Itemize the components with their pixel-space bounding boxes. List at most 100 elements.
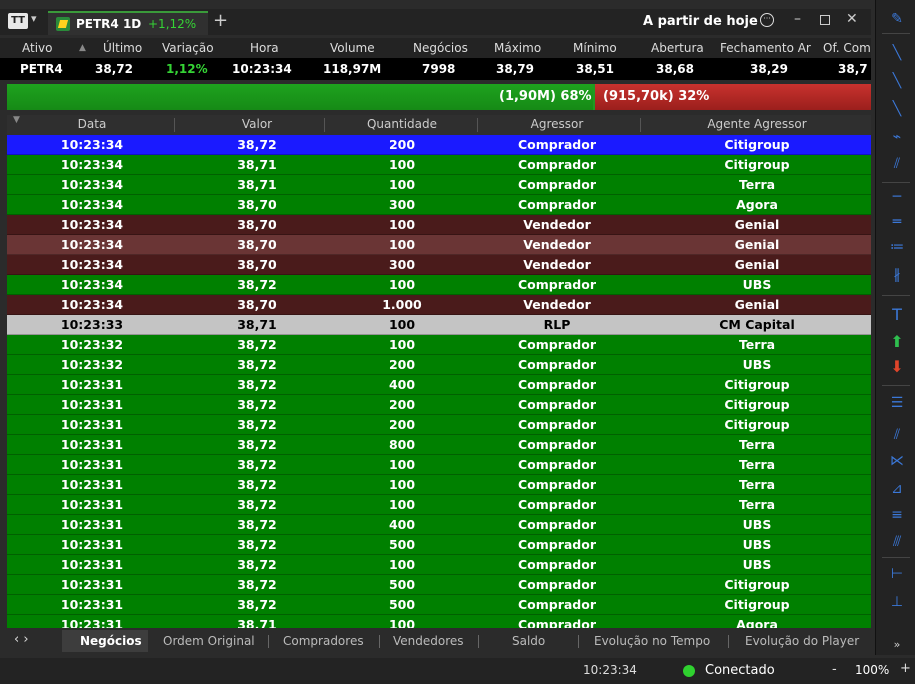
cell-time: 10:23:34 [60, 137, 124, 152]
measure-icon[interactable]: ⊢ [886, 565, 908, 583]
cell-agent: Citigroup [724, 377, 790, 392]
header-ativo[interactable]: Ativo [22, 41, 52, 55]
table-row[interactable]: 10:23:32 38,72 200 Comprador UBS [7, 355, 871, 375]
table-row[interactable]: 10:23:31 38,72 100 Comprador Terra [7, 455, 871, 475]
zoom-out-icon[interactable]: - [832, 662, 837, 677]
header-fechamento[interactable]: Fechamento Ar [720, 41, 811, 55]
table-row[interactable]: 10:23:31 38,72 500 Comprador Citigroup [7, 595, 871, 615]
tab-ordem-original[interactable]: Ordem Original [163, 634, 255, 648]
header-hora[interactable]: Hora [250, 41, 279, 55]
col-divider[interactable] [174, 118, 175, 132]
parallel-lines-icon[interactable]: ═ [886, 213, 908, 231]
channel-icon[interactable]: ⫽ [886, 155, 908, 173]
col-agressor[interactable]: Agressor [477, 117, 637, 131]
table-row[interactable]: 10:23:31 38,71 100 Comprador Agora [7, 615, 871, 628]
cell-quantity: 100 [388, 617, 416, 628]
cell-price: 38,71 [237, 317, 277, 332]
fibonacci-fan-icon[interactable]: ⊿ [886, 480, 908, 498]
quote-volume: 118,97M [323, 62, 382, 76]
more-options-icon[interactable]: ··· [760, 13, 774, 27]
quote-abertura: 38,68 [656, 62, 694, 76]
chevron-down-icon[interactable]: ▾ [31, 12, 37, 25]
table-row[interactable]: 10:23:31 38,72 500 Comprador UBS [7, 535, 871, 555]
cell-quantity: 800 [388, 437, 416, 452]
col-data[interactable]: Data [37, 117, 147, 131]
header-minimo[interactable]: Mínimo [573, 41, 617, 55]
table-row[interactable]: 10:23:31 38,72 100 Comprador UBS [7, 555, 871, 575]
multiline-icon[interactable]: ☰ [886, 394, 908, 412]
tab-petr4[interactable]: PETR4 1D +1,12% [48, 11, 208, 35]
table-row[interactable]: 10:23:31 38,72 500 Comprador Citigroup [7, 575, 871, 595]
brush-icon[interactable]: ✎ [886, 10, 908, 28]
cell-price: 38,70 [237, 257, 277, 272]
dotted-lines-icon[interactable]: ≔ [886, 238, 908, 256]
table-row[interactable]: 10:23:31 38,72 100 Comprador Terra [7, 475, 871, 495]
arrow-down-icon[interactable]: ⬇ [886, 358, 908, 376]
table-row[interactable]: 10:23:31 38,72 400 Comprador UBS [7, 515, 871, 535]
table-row[interactable]: 10:23:34 38,72 200 Comprador Citigroup [7, 135, 871, 155]
zigzag-icon[interactable]: ⌁ [886, 128, 908, 146]
period-selector[interactable]: A partir de hoje [643, 14, 758, 29]
tab-scroll-arrows-icon[interactable]: ‹ › [14, 632, 29, 647]
header-volume[interactable]: Volume [330, 41, 375, 55]
tab-compradores[interactable]: Compradores [283, 634, 364, 648]
col-divider[interactable] [324, 118, 325, 132]
zoom-in-icon[interactable]: + [900, 661, 911, 676]
table-row[interactable]: 10:23:34 38,70 100 Vendedor Genial [7, 235, 871, 255]
fibonacci-icon[interactable]: ∦ [886, 266, 908, 284]
tab-saldo[interactable]: Saldo [512, 634, 545, 648]
table-row[interactable]: 10:23:33 38,71 100 RLP CM Capital [7, 315, 871, 335]
table-row[interactable]: 10:23:31 38,72 200 Comprador Citigroup [7, 395, 871, 415]
baseline-icon[interactable]: ⊥ [886, 593, 908, 611]
tab-evolucao-tempo[interactable]: Evolução no Tempo [594, 634, 710, 648]
table-row[interactable]: 10:23:34 38,70 1.000 Vendedor Genial [7, 295, 871, 315]
table-row[interactable]: 10:23:31 38,72 800 Comprador Terra [7, 435, 871, 455]
table-row[interactable]: 10:23:34 38,70 300 Vendedor Genial [7, 255, 871, 275]
maximize-icon[interactable] [820, 15, 830, 25]
channel-c-icon[interactable]: ⫽ [886, 426, 908, 444]
col-quantidade[interactable]: Quantidade [327, 117, 477, 131]
horizontal-line-icon[interactable]: ─ [886, 188, 908, 206]
col-valor[interactable]: Valor [182, 117, 332, 131]
close-icon[interactable]: ✕ [846, 11, 858, 27]
line-icon[interactable]: ╲ [886, 44, 908, 62]
diagonal-line-icon[interactable]: ╲ [886, 72, 908, 90]
quote-row: PETR4 38,72 1,12% 10:23:34 118,97M 7998 … [0, 58, 871, 80]
header-variacao[interactable]: Variação [162, 41, 214, 55]
tab-vendedores[interactable]: Vendedores [393, 634, 464, 648]
cell-price: 38,72 [237, 497, 277, 512]
table-row[interactable]: 10:23:31 38,72 200 Comprador Citigroup [7, 415, 871, 435]
table-row[interactable]: 10:23:34 38,70 300 Comprador Agora [7, 195, 871, 215]
quote-header: Ativo ▲ Último Variação Hora Volume Negó… [0, 38, 871, 58]
fan-icon[interactable]: ⋉ [886, 452, 908, 470]
table-row[interactable]: 10:23:31 38,72 400 Comprador Citigroup [7, 375, 871, 395]
header-negocios[interactable]: Negócios [413, 41, 468, 55]
header-abertura[interactable]: Abertura [651, 41, 704, 55]
cell-price: 38,72 [237, 437, 277, 452]
trades-table-body[interactable]: 10:23:34 38,72 200 Comprador Citigroup 10:23:… [7, 135, 871, 628]
app-menu-button[interactable]: TT [8, 13, 28, 29]
more-icon[interactable]: » [886, 636, 908, 654]
fibonacci-p-icon[interactable]: ≡ [886, 506, 908, 524]
fibonacci-f-icon[interactable]: ⫻ [886, 533, 908, 551]
cell-aggressor: Vendedor [523, 217, 591, 232]
cell-time: 10:23:31 [60, 617, 124, 628]
ray-icon[interactable]: ╲ [886, 100, 908, 118]
tab-evolucao-player[interactable]: Evolução do Player [745, 634, 859, 648]
text-icon[interactable]: T [886, 306, 908, 324]
table-row[interactable]: 10:23:34 38,70 100 Vendedor Genial [7, 215, 871, 235]
add-tab-icon[interactable]: + [213, 10, 228, 31]
col-agente-agressor[interactable]: Agente Agressor [637, 117, 877, 131]
header-of-compra[interactable]: Of. Com [823, 41, 871, 55]
minimize-icon[interactable]: – [794, 11, 801, 27]
header-maximo[interactable]: Máximo [494, 41, 541, 55]
table-row[interactable]: 10:23:34 38,72 100 Comprador UBS [7, 275, 871, 295]
table-row[interactable]: 10:23:34 38,71 100 Comprador Terra [7, 175, 871, 195]
table-row[interactable]: 10:23:34 38,71 100 Comprador Citigroup [7, 155, 871, 175]
header-ultimo[interactable]: Último [103, 41, 142, 55]
table-row[interactable]: 10:23:32 38,72 100 Comprador Terra [7, 335, 871, 355]
tab-negocios[interactable]: Negócios [80, 634, 142, 648]
table-row[interactable]: 10:23:31 38,72 100 Comprador Terra [7, 495, 871, 515]
arrow-up-icon[interactable]: ⬆ [886, 333, 908, 351]
sort-desc-icon[interactable]: ▼ [13, 115, 20, 125]
